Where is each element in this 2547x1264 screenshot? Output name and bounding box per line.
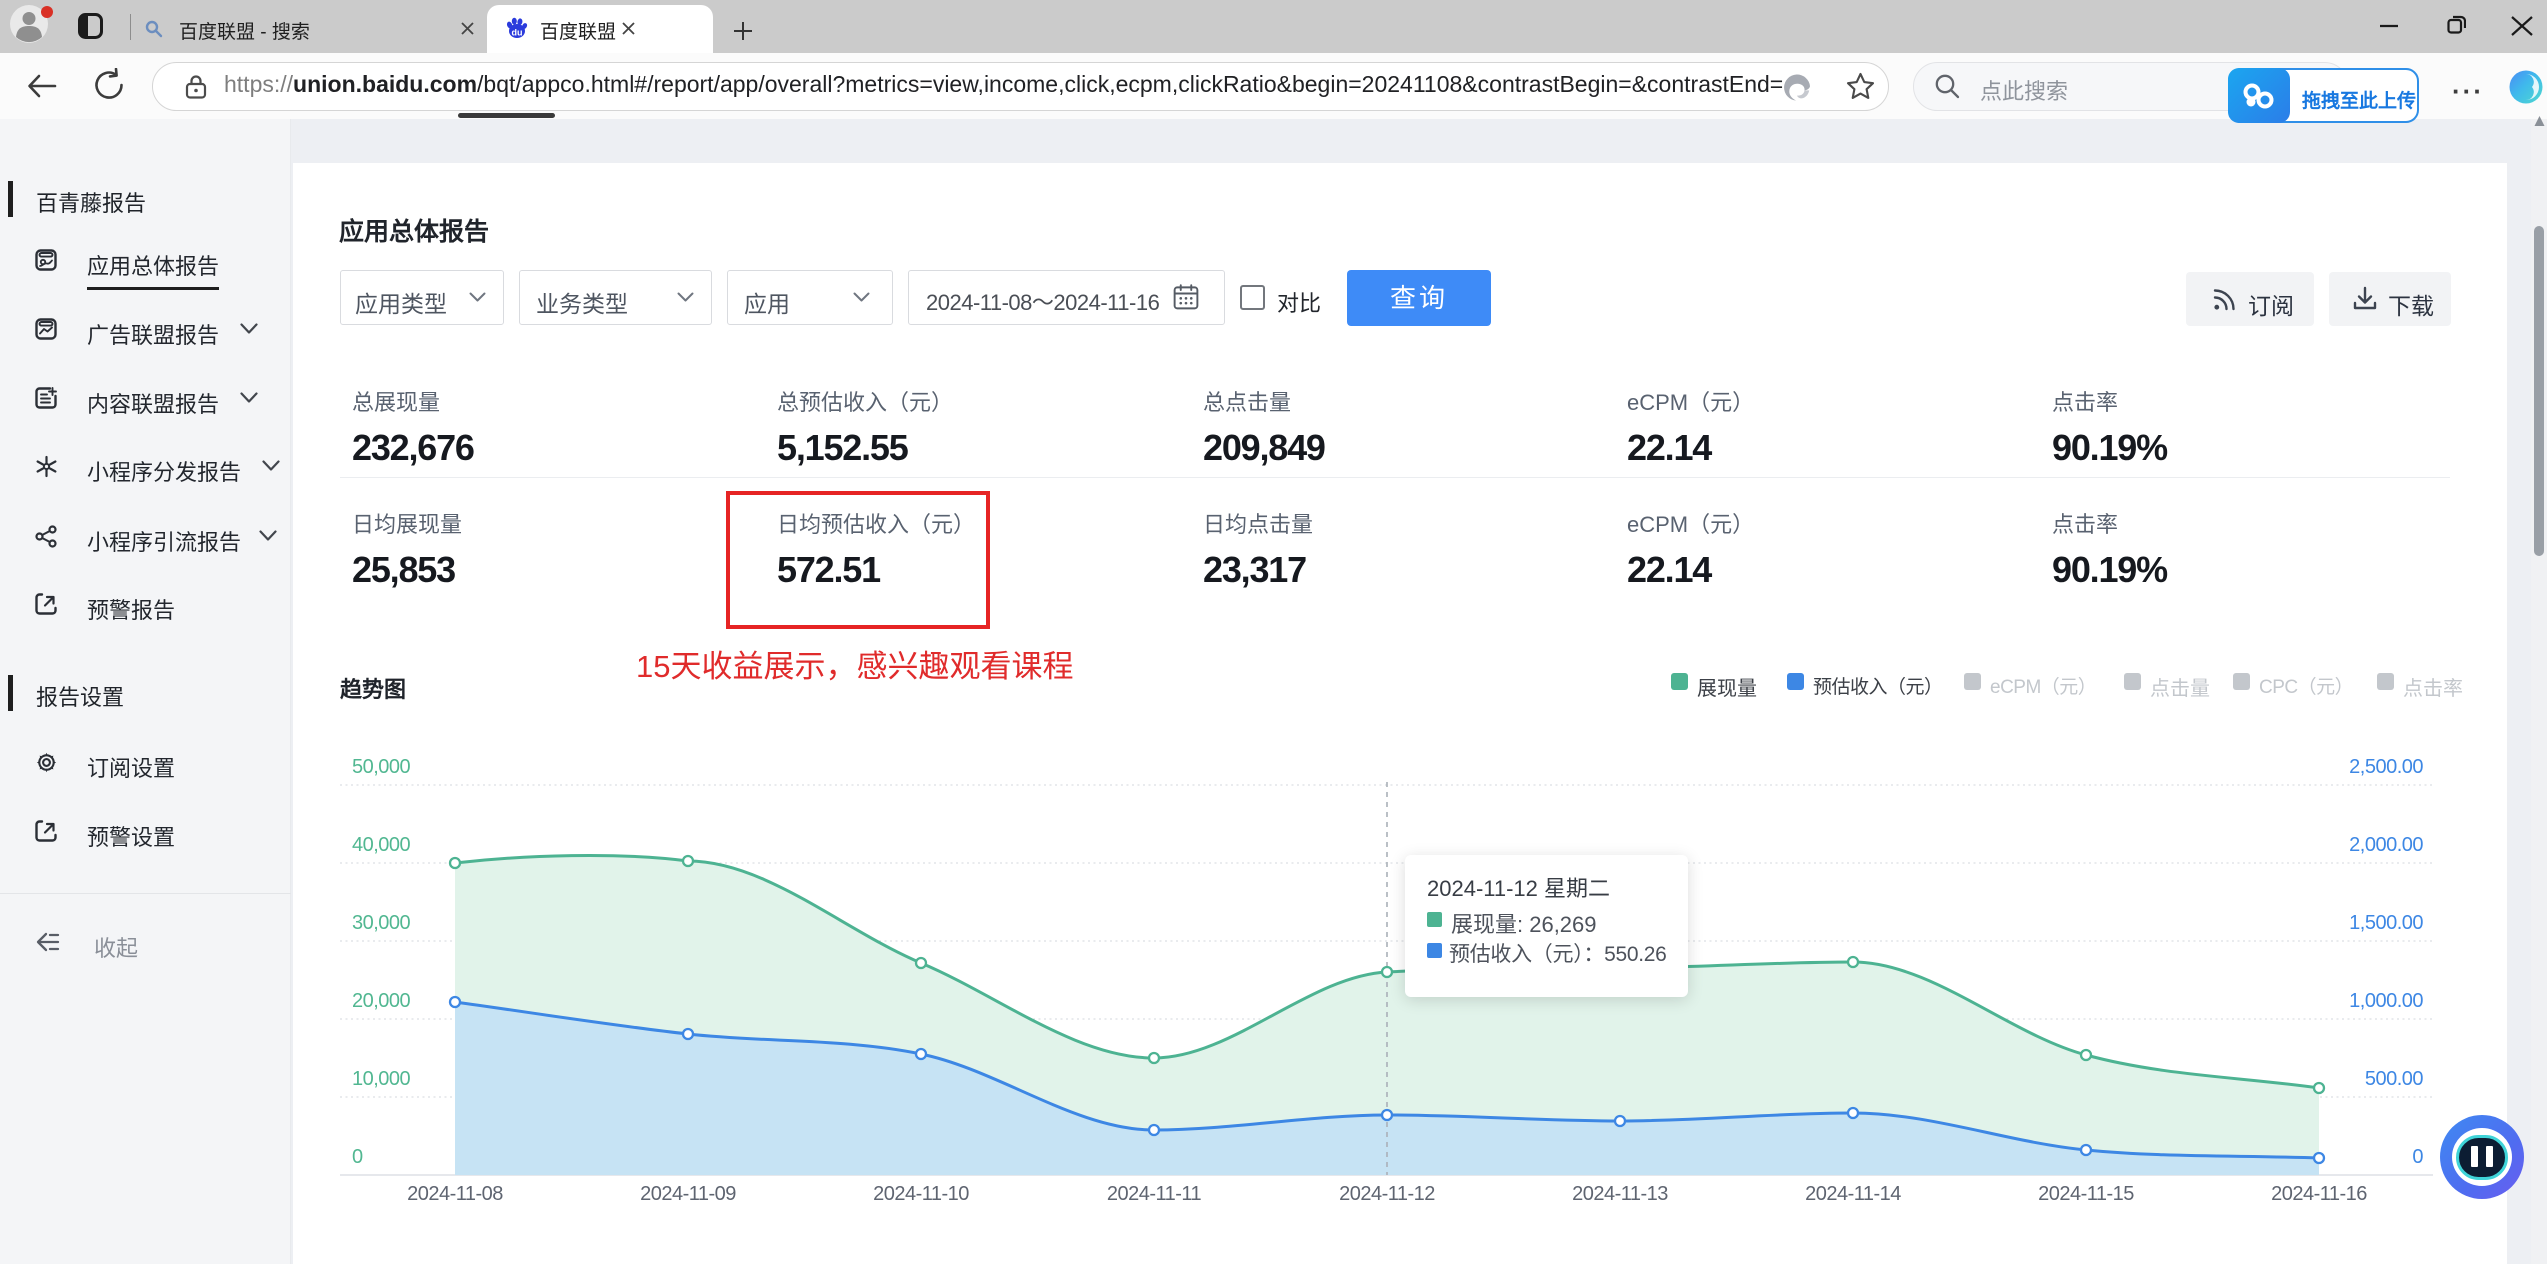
svg-text:10,000: 10,000: [352, 1068, 411, 1090]
svg-text:40,000: 40,000: [352, 834, 411, 856]
svg-text:1,000.00: 1,000.00: [2349, 990, 2423, 1012]
svg-text:0: 0: [352, 1146, 363, 1168]
svg-text:2024-11-15: 2024-11-15: [2038, 1183, 2134, 1205]
svg-text:20,000: 20,000: [352, 990, 411, 1012]
svg-text:0: 0: [2412, 1146, 2423, 1168]
svg-text:2024-11-12: 2024-11-12: [1339, 1183, 1435, 1205]
svg-text:50,000: 50,000: [352, 756, 411, 778]
svg-text:2024-11-13: 2024-11-13: [1572, 1183, 1668, 1205]
svg-text:1,500.00: 1,500.00: [2349, 912, 2423, 934]
svg-text:du: du: [512, 28, 523, 38]
svg-text:2024-11-11: 2024-11-11: [1107, 1183, 1202, 1205]
svg-text:30,000: 30,000: [352, 912, 411, 934]
svg-text:2024-11-08: 2024-11-08: [407, 1183, 503, 1205]
svg-text:2,000.00: 2,000.00: [2349, 834, 2423, 856]
svg-text:2024-11-09: 2024-11-09: [640, 1183, 736, 1205]
svg-text:500.00: 500.00: [2365, 1068, 2424, 1090]
svg-text:2024-11-10: 2024-11-10: [873, 1183, 969, 1205]
svg-text:2024-11-16: 2024-11-16: [2271, 1183, 2367, 1205]
svg-text:2,500.00: 2,500.00: [2349, 756, 2423, 778]
svg-text:2024-11-14: 2024-11-14: [1805, 1183, 1901, 1205]
